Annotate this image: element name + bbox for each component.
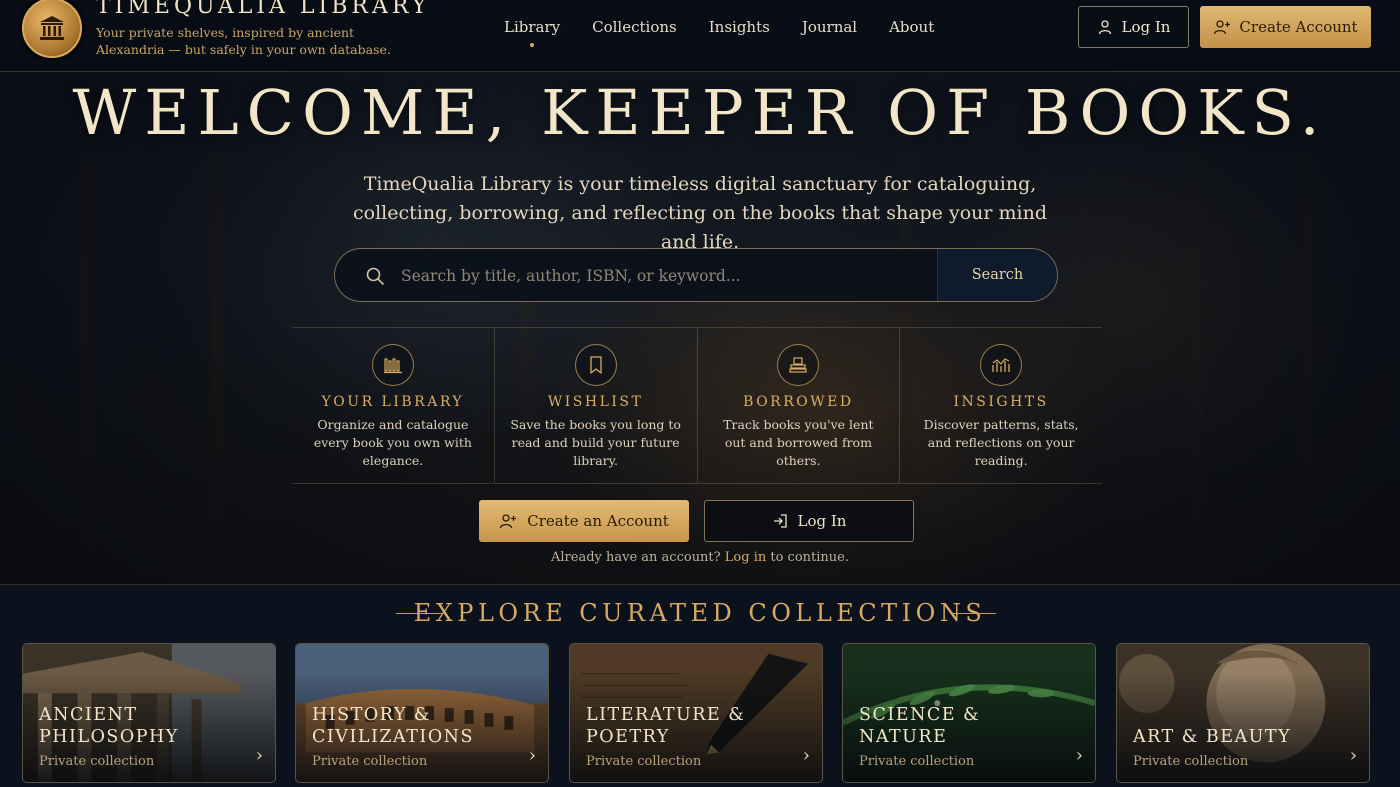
chevron-right-icon: ›	[528, 745, 536, 766]
user-icon	[1098, 20, 1111, 35]
already-account-text: Already have an account? Log in to conti…	[0, 550, 1400, 565]
login-button[interactable]: Log In	[704, 500, 914, 542]
collection-subtitle: Private collection	[859, 754, 975, 769]
chevron-right-icon: ›	[802, 745, 810, 766]
create-account-label: Create an Account	[527, 512, 669, 530]
collections-title: EXPLORE CURATED COLLECTIONS	[413, 599, 987, 627]
feature-description: Discover patterns, stats, and reflection…	[923, 417, 1079, 468]
temple-icon	[40, 16, 64, 40]
chart-icon	[992, 358, 1010, 372]
nav-item-about[interactable]: About	[889, 18, 934, 36]
feature-icon-frame	[777, 344, 820, 386]
brand-tagline: Your private shelves, inspired by ancien…	[96, 25, 391, 57]
inline-login-link[interactable]: Log in	[725, 550, 766, 565]
already-suffix: to continue.	[770, 550, 849, 565]
feature-icon-frame	[574, 344, 617, 386]
feature-title: INSIGHTS	[953, 394, 1049, 410]
feature-wishlist[interactable]: WISHLIST Save the books you long to read…	[495, 328, 698, 483]
search-button[interactable]: Search	[937, 249, 1057, 301]
feature-borrowed[interactable]: BORROWED Track books you've lent out and…	[698, 328, 901, 483]
user-plus-icon	[500, 514, 517, 529]
feature-description: Track books you've lent out and borrowed…	[723, 417, 874, 468]
collection-subtitle: Private collection	[312, 754, 428, 769]
brand-name[interactable]: TIMEQUALIA LIBRARY	[96, 0, 430, 19]
nav-item-library[interactable]: Library	[504, 18, 560, 47]
logo[interactable]	[22, 0, 82, 58]
hero-title: WELCOME, KEEPER OF BOOKS.	[72, 76, 1328, 149]
features-strip: YOUR LIBRARY Organize and catalogue ever…	[292, 327, 1102, 484]
search-icon	[366, 267, 384, 285]
feature-description: Save the books you long to read and buil…	[510, 417, 681, 468]
header-login-label: Log In	[1121, 18, 1171, 36]
collection-title: HISTORY & CIVILIZATIONS	[312, 705, 474, 747]
feature-icon-frame	[371, 344, 414, 386]
collection-card-art-beauty[interactable]: ART & BEAUTY Private collection ›	[1116, 643, 1370, 783]
collection-card-science-nature[interactable]: SCIENCE & NATURE Private collection ›	[842, 643, 1096, 783]
chevron-right-icon: ›	[1075, 745, 1083, 766]
collection-subtitle: Private collection	[1133, 754, 1249, 769]
feature-insights[interactable]: INSIGHTS Discover patterns, stats, and r…	[900, 328, 1102, 483]
bookshelf-icon	[383, 358, 402, 374]
collection-title: ART & BEAUTY	[1133, 727, 1292, 747]
nav-item-collections[interactable]: Collections	[592, 18, 677, 36]
feature-title: BORROWED	[743, 394, 854, 410]
collection-subtitle: Private collection	[39, 754, 155, 769]
collection-card-ancient-philosophy[interactable]: ANCIENT PHILOSOPHY Private collection ›	[22, 643, 276, 783]
title-rule-right	[950, 613, 996, 614]
login-arrow-icon	[773, 514, 787, 528]
login-label: Log In	[797, 512, 847, 530]
collection-card-literature-poetry[interactable]: LITERATURE & POETRY Private collection ›	[569, 643, 823, 783]
header-login-button[interactable]: Log In	[1078, 6, 1189, 48]
collections-section: EXPLORE CURATED COLLECTIONS ANCIENT PHIL…	[0, 584, 1400, 787]
nav-item-journal[interactable]: Journal	[802, 18, 857, 36]
feature-description: Organize and catalogue every book you ow…	[313, 417, 472, 468]
feature-title: WISHLIST	[547, 394, 644, 410]
collection-title: SCIENCE & NATURE	[859, 705, 981, 747]
collection-card-history-civilizations[interactable]: HISTORY & CIVILIZATIONS Private collecti…	[295, 643, 549, 783]
create-account-button[interactable]: Create an Account	[479, 500, 689, 542]
site-header: TIMEQUALIA LIBRARY Your private shelves,…	[0, 0, 1400, 72]
main-nav: Library Collections Insights Journal Abo…	[504, 18, 934, 47]
search-bar: Search	[334, 248, 1058, 302]
header-create-account-label: Create Account	[1239, 18, 1358, 36]
user-plus-icon	[1214, 20, 1231, 35]
bookmark-icon	[589, 356, 602, 374]
feature-title: YOUR LIBRARY	[321, 394, 465, 410]
nav-item-insights[interactable]: Insights	[709, 18, 770, 36]
collection-title: LITERATURE & POETRY	[586, 705, 746, 747]
collection-subtitle: Private collection	[586, 754, 702, 769]
already-prefix: Already have an account?	[551, 550, 721, 565]
book-stack-icon	[789, 357, 807, 373]
header-create-account-button[interactable]: Create Account	[1200, 6, 1371, 48]
feature-icon-frame	[980, 344, 1023, 386]
search-input[interactable]	[401, 261, 921, 291]
chevron-right-icon: ›	[1349, 745, 1357, 766]
chevron-right-icon: ›	[255, 745, 263, 766]
feature-your-library[interactable]: YOUR LIBRARY Organize and catalogue ever…	[292, 328, 495, 483]
collection-title: ANCIENT PHILOSOPHY	[39, 705, 179, 747]
hero-subtitle: TimeQualia Library is your timeless digi…	[352, 173, 1047, 253]
